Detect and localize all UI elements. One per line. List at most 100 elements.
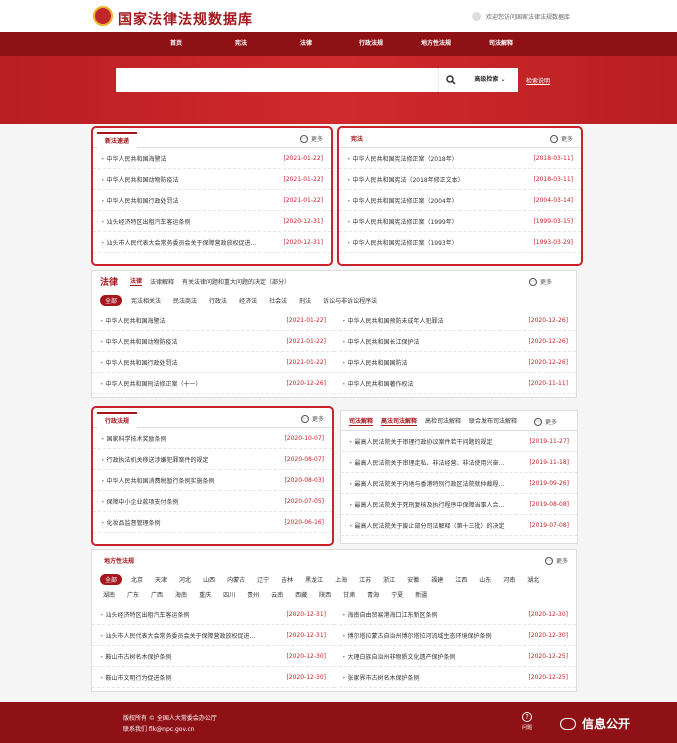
list-item[interactable]: 中华人民共和国预防未成年人犯罪法 [2020-12-26] [334, 310, 576, 331]
category-filter[interactable]: 诉讼与非诉讼程序法 [320, 295, 380, 306]
region-filter[interactable]: 内蒙古 [224, 574, 248, 585]
item-title[interactable]: 最高人民法院关于审理走私、非法经营、非法使用兴奋… [349, 458, 523, 467]
region-filter[interactable]: 西藏 [292, 589, 310, 600]
item-title[interactable]: 张家界市古树名木保护条例 [342, 673, 522, 682]
list-item[interactable]: 中华人民共和国宪法修正案（2004年） [2004-03-14] [339, 190, 581, 211]
item-title[interactable]: 中华人民共和国消费税暂行条例实施条例 [101, 476, 278, 485]
category-filter[interactable]: 刑法 [296, 295, 314, 306]
region-filter[interactable]: 河北 [176, 574, 194, 585]
region-filter[interactable]: 重庆 [196, 589, 214, 600]
item-title[interactable]: 中华人民共和国宪法修正案（1999年） [347, 217, 527, 226]
region-filter[interactable]: 青海 [364, 589, 382, 600]
list-item[interactable]: 汕头市人民代表大会常务委员会关于保障营政放权促进… [2020-12-31] [93, 232, 331, 253]
more-link[interactable]: ⋯ 更多 [533, 417, 565, 426]
region-filter[interactable]: 广西 [148, 589, 166, 600]
list-item[interactable]: 鞍山市古树名木保护条例 [2020-12-30] [92, 646, 334, 667]
item-title[interactable]: 中华人民共和国长江保护法 [342, 337, 522, 346]
list-item[interactable]: 中华人民共和国宪法（2018年修正文本） [2018-03-11] [339, 169, 581, 190]
region-filter[interactable]: 新疆 [412, 589, 430, 600]
region-filter[interactable]: 贵州 [244, 589, 262, 600]
item-title[interactable]: 国家科学技术奖励条例 [101, 434, 278, 443]
region-filter[interactable]: 安徽 [404, 574, 422, 585]
region-filter[interactable]: 海南 [172, 589, 190, 600]
region-filter[interactable]: 陕西 [316, 589, 334, 600]
item-title[interactable]: 最高人民法院关于废止部分司法解释（第十三批）的决定 [349, 521, 523, 530]
list-item[interactable]: 汕头市人民代表大会常务委员会关于保障营政放权促进… [2020-12-31] [92, 625, 334, 646]
item-title[interactable]: 中华人民共和国宪法（2018年修正文本） [347, 175, 527, 184]
region-filter[interactable]: 四川 [220, 589, 238, 600]
nav-admin-regulations[interactable]: 行政法规 [339, 32, 404, 56]
more-link[interactable]: ⋯ 更多 [299, 134, 323, 143]
list-item[interactable]: 最高人民法院关于死刑复核及执行程序中保障当事人合… [2019-08-08] [341, 494, 577, 515]
item-title[interactable]: 中华人民共和国宪法修正案（1993年） [347, 238, 527, 247]
region-filter[interactable]: 江西 [452, 574, 470, 585]
item-title[interactable]: 中华人民共和国动物防疫法 [101, 175, 277, 184]
panel-title[interactable]: 行政法规 [97, 412, 138, 428]
list-item[interactable]: 中华人民共和国消费税暂行条例实施条例 [2020-08-03] [93, 470, 332, 491]
list-item[interactable]: 中华人民共和国海警法 [2021-01-22] [93, 148, 331, 169]
panel-title[interactable]: 宪法 [343, 132, 371, 148]
category-filter[interactable]: 行政法 [206, 295, 230, 306]
region-filter[interactable]: 江苏 [356, 574, 374, 585]
list-item[interactable]: 中华人民共和国海警法 [2021-01-22] [92, 310, 334, 331]
list-item[interactable]: 中华人民共和国著作权法 [2020-11-11] [334, 373, 576, 394]
item-title[interactable]: 中华人民共和国海警法 [100, 316, 280, 325]
region-filter[interactable]: 辽宁 [254, 574, 272, 585]
region-filter[interactable]: 北京 [128, 574, 146, 585]
list-item[interactable]: 中华人民共和国宪法修正案（1999年） [1999-03-15] [339, 211, 581, 232]
list-item[interactable]: 中华人民共和国长江保护法 [2020-12-26] [334, 331, 576, 352]
category-filter[interactable]: 民法商法 [170, 295, 200, 306]
search-input[interactable] [116, 68, 438, 92]
region-filter[interactable]: 山东 [476, 574, 494, 585]
item-title[interactable]: 中华人民共和国刑法修正案（十一） [100, 379, 280, 388]
nav-law[interactable]: 法律 [274, 32, 339, 56]
list-item[interactable]: 中华人民共和国宪法修正案（1993年） [1993-03-29] [339, 232, 581, 253]
region-filter[interactable]: 吉林 [278, 574, 296, 585]
category-filter[interactable]: 经济法 [236, 295, 260, 306]
list-item[interactable]: 化妆品监督管理条例 [2020-06-16] [93, 512, 332, 533]
list-item[interactable]: 行政执法机关移送涉嫌犯罪案件的规定 [2020-08-07] [93, 449, 332, 470]
list-item[interactable]: 汕头经济特区出租汽车客运条例 [2020-12-31] [92, 604, 334, 625]
list-item[interactable]: 最高人民法院关于审理走私、非法经营、非法使用兴奋… [2019-11-18] [341, 452, 577, 473]
item-title[interactable]: 海南自由贸易港海口江东新区条例 [342, 610, 522, 619]
list-item[interactable]: 中华人民共和国动物防疫法 [2021-01-22] [93, 169, 331, 190]
tab-decisions[interactable]: 有关法律问题和重大问题的决定（部分） [182, 277, 290, 286]
region-filter[interactable]: 广东 [124, 589, 142, 600]
item-title[interactable]: 最高人民法院关于内地与香港特别行政区法院就仲裁程… [349, 479, 523, 488]
item-title[interactable]: 中华人民共和国动物防疫法 [100, 337, 280, 346]
item-title[interactable]: 中华人民共和国宪法修正案（2018年） [347, 154, 527, 163]
search-help-link[interactable]: 检索说明 [526, 76, 550, 85]
region-filter[interactable]: 福建 [428, 574, 446, 585]
item-title[interactable]: 化妆品监督管理条例 [101, 518, 278, 527]
list-item[interactable]: 中华人民共和国行政处罚法 [2021-01-22] [92, 352, 334, 373]
nav-constitution[interactable]: 宪法 [209, 32, 274, 56]
region-filter[interactable]: 上海 [332, 574, 350, 585]
list-item[interactable]: 国家科学技术奖励条例 [2020-10-07] [93, 428, 332, 449]
item-title[interactable]: 鞍山市古树名木保护条例 [100, 652, 280, 661]
more-link[interactable]: ⋯ 更多 [300, 414, 324, 423]
region-filter[interactable]: 宁夏 [388, 589, 406, 600]
item-title[interactable]: 鞍山市文明行为促进条例 [100, 673, 280, 682]
nav-judicial-interpretation[interactable]: 司法解释 [469, 32, 534, 56]
region-filter[interactable]: 云南 [268, 589, 286, 600]
contact-link[interactable]: 联系我们 flk@npc.gov.cn [123, 724, 195, 733]
tab-procuratorate-interpretation[interactable]: 高检司法解释 [425, 416, 461, 425]
category-filter[interactable]: 全部 [100, 295, 123, 306]
item-title[interactable]: 最高人民法院关于死刑复核及执行程序中保障当事人合… [349, 500, 523, 509]
panel-title[interactable]: 新法速递 [97, 132, 138, 148]
region-filter[interactable]: 湖北 [524, 574, 542, 585]
region-filter[interactable]: 山西 [200, 574, 218, 585]
list-item[interactable]: 保障中小企业款项支付条例 [2020-07-05] [93, 491, 332, 512]
tab-joint-interpretation[interactable]: 联合发布司法解释 [469, 416, 517, 425]
item-title[interactable]: 中华人民共和国行政处罚法 [100, 358, 280, 367]
list-item[interactable]: 大理白族自治州非物质文化遗产保护条例 [2020-12-25] [334, 646, 576, 667]
item-title[interactable]: 中华人民共和国宪法修正案（2004年） [347, 196, 527, 205]
item-title[interactable]: 最高人民法院关于审理行政协议案件若干问题的规定 [349, 437, 523, 446]
more-link[interactable]: ⋯ 更多 [544, 556, 568, 565]
item-title[interactable]: 汕头市人民代表大会常务委员会关于保障营政放权促进… [100, 631, 280, 640]
search-button[interactable] [438, 68, 462, 92]
help-button[interactable]: ? 问题 [522, 712, 532, 731]
item-title[interactable]: 行政执法机关移送涉嫌犯罪案件的规定 [101, 455, 278, 464]
list-item[interactable]: 最高人民法院关于内地与香港特别行政区法院就仲裁程… [2019-09-26] [341, 473, 577, 494]
tab-judicial-interpretation[interactable]: 司法解释 [349, 416, 374, 426]
